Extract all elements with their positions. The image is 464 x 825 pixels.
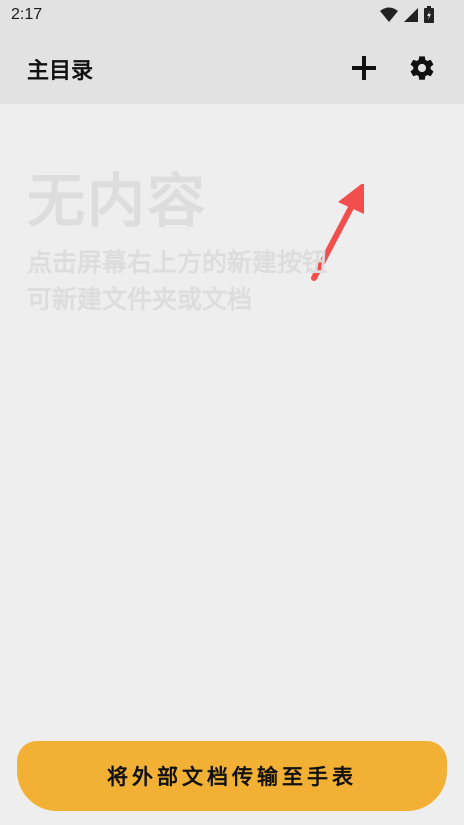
transfer-documents-button[interactable]: 将外部文档传输至手表 [17, 741, 447, 811]
main-content: 无内容 点击屏幕右上方的新建按钮 可新建文件夹或文档 [0, 104, 464, 825]
settings-button[interactable] [404, 50, 440, 86]
status-time: 2:17 [11, 6, 43, 23]
empty-state-hint-line: 可新建文件夹或文档 [27, 285, 253, 314]
empty-state-hint: 点击屏幕右上方的新建按钮 可新建文件夹或文档 [27, 244, 427, 318]
gear-icon [410, 56, 434, 80]
page-title: 主目录 [27, 59, 94, 84]
empty-state-hint-line: 点击屏幕右上方的新建按钮 [27, 248, 328, 277]
signal-icon [404, 7, 418, 27]
status-icons [380, 6, 434, 27]
status-bar: 2:17 [0, 0, 464, 32]
empty-state-title: 无内容 [27, 167, 208, 235]
add-button[interactable] [346, 50, 382, 86]
add-icon [352, 56, 376, 80]
wifi-icon [380, 7, 398, 27]
app-bar: 主目录 [0, 32, 464, 104]
battery-icon [424, 6, 434, 27]
